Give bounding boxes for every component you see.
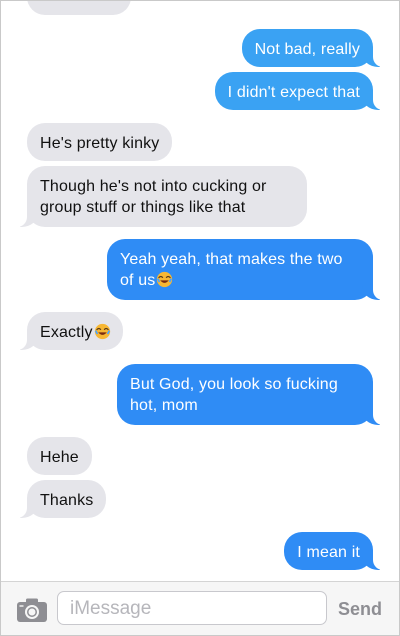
send-button[interactable]: Send <box>338 599 382 620</box>
message-bubble-outgoing: Not bad, really <box>241 29 386 67</box>
message-text: Though he's not into cucking or group st… <box>40 178 267 216</box>
message-text: Not bad, really <box>254 41 360 58</box>
message-text: Exactly <box>40 323 111 341</box>
message-bubble-incoming <box>27 1 131 15</box>
imessage-screen: Not bad, really I didn't expect that He'… <box>0 0 400 636</box>
message-bubble-outgoing: But God, you look so fucking hot, mom <box>117 364 385 425</box>
laughing-face-icon <box>94 323 110 340</box>
message-text: He's pretty kinky <box>40 135 160 152</box>
message-text: Thanks <box>40 492 94 509</box>
camera-icon[interactable] <box>16 597 48 623</box>
message-bubble-incoming: Exactly <box>15 312 123 350</box>
message-text: I didn't expect that <box>227 84 360 101</box>
message-bubble-outgoing: I mean it <box>284 532 385 570</box>
message-bubble-incoming: Thanks <box>14 480 107 518</box>
message-bubble-incoming: Hehe <box>27 437 92 475</box>
message-bubble-outgoing: Yeah yeah, that makes the two of us <box>107 239 385 300</box>
message-bubble-incoming: He's pretty kinky <box>27 123 173 161</box>
message-list: Not bad, really I didn't expect that He'… <box>1 1 399 581</box>
message-text: But God, you look so fucking hot, mom <box>130 376 338 414</box>
message-composer: iMessage Send <box>1 581 399 635</box>
message-input[interactable]: iMessage <box>57 591 327 625</box>
message-text: Hehe <box>40 449 79 466</box>
message-bubble-outgoing: I didn't expect that <box>214 72 386 110</box>
message-text: I mean it <box>297 544 360 561</box>
message-input-placeholder: iMessage <box>70 598 152 619</box>
laughing-face-icon <box>157 271 173 288</box>
message-bubble-incoming: Though he's not into cucking or group st… <box>15 166 307 227</box>
message-text: Yeah yeah, that makes the two of us <box>120 251 343 289</box>
